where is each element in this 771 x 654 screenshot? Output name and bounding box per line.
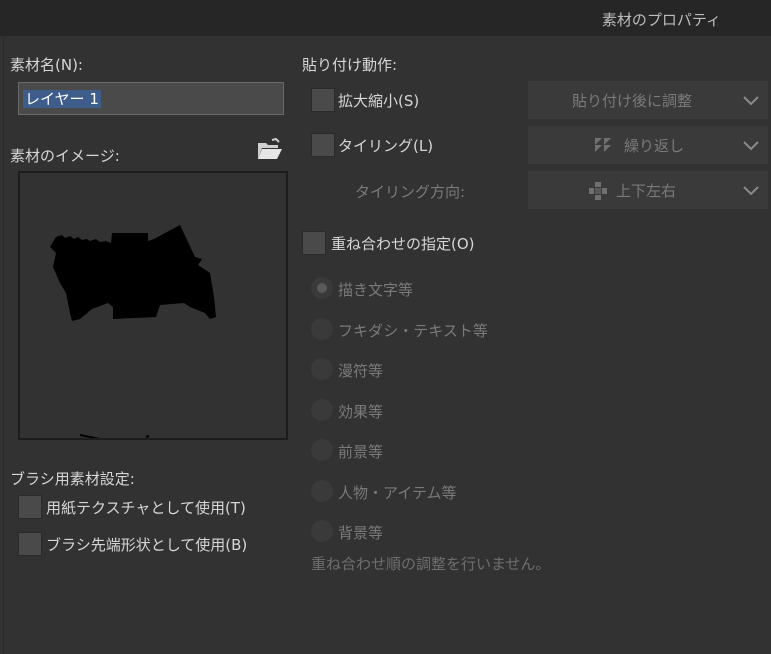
- overlay-option-label: 前景等: [338, 443, 384, 461]
- title-bar: 素材のプロパティ: [0, 0, 771, 36]
- chevron-down-icon: [743, 96, 759, 106]
- brush-tip-label: ブラシ先端形状として使用(B): [46, 536, 248, 554]
- overlay-option-label: 描き文字等: [338, 281, 414, 299]
- material-image-label: 素材のイメージ:: [10, 147, 120, 165]
- scale-dropdown[interactable]: 貼り付け後に調整: [528, 81, 768, 119]
- chevron-down-icon: [743, 141, 759, 151]
- tile-repeat-icon: [595, 138, 611, 152]
- tiling-direction-label: タイリング方向:: [355, 183, 466, 201]
- scale-dropdown-value: 貼り付け後に調整: [572, 92, 693, 110]
- material-name-label: 素材名(N):: [10, 56, 83, 74]
- overlay-option-radio[interactable]: [311, 318, 333, 340]
- material-thumbnail: [50, 225, 216, 438]
- chevron-down-icon: [743, 186, 759, 196]
- brush-settings-label: ブラシ用素材設定:: [10, 470, 135, 488]
- material-image-preview: [18, 171, 288, 440]
- overlay-option-label: 背景等: [338, 524, 384, 542]
- overlay-option-radio[interactable]: [311, 399, 333, 421]
- paper-texture-label: 用紙テクスチャとして使用(T): [46, 499, 246, 517]
- tiling-dropdown-value: 繰り返し: [624, 137, 685, 155]
- tiling-checkbox[interactable]: [311, 133, 335, 157]
- overlay-label: 重ね合わせの指定(O): [331, 235, 475, 253]
- scale-label: 拡大縮小(S): [338, 92, 420, 110]
- overlay-option-radio[interactable]: [311, 480, 333, 502]
- tiling-dropdown[interactable]: 繰り返し: [528, 126, 768, 164]
- overlay-option-label: 人物・アイテム等: [338, 484, 457, 502]
- paste-action-label: 貼り付け動作:: [302, 56, 398, 74]
- tiling-label: タイリング(L): [338, 137, 434, 155]
- paper-texture-checkbox[interactable]: [18, 495, 42, 519]
- overlay-option-radio[interactable]: [311, 439, 333, 461]
- material-name-value: レイヤー 1: [23, 90, 101, 108]
- scale-checkbox[interactable]: [311, 88, 335, 112]
- folder-open-icon[interactable]: [256, 137, 284, 162]
- overlay-option-radio[interactable]: [311, 358, 333, 380]
- left-border: [3, 36, 4, 654]
- tiling-direction-dropdown-value: 上下左右: [616, 182, 677, 200]
- window-title: 素材のプロパティ: [601, 11, 721, 29]
- overlay-option-label: 漫符等: [338, 362, 384, 380]
- overlay-option-label: 効果等: [338, 403, 384, 421]
- material-name-input[interactable]: レイヤー 1: [18, 82, 284, 115]
- overlay-option-label: フキダシ・テキスト等: [338, 322, 488, 340]
- four-way-arrow-icon: [589, 182, 607, 200]
- overlay-note: 重ね合わせ順の調整を行いません。: [311, 555, 551, 573]
- overlay-option-radio[interactable]: [311, 520, 333, 542]
- tiling-direction-dropdown[interactable]: 上下左右: [528, 171, 768, 209]
- overlay-checkbox[interactable]: [302, 231, 326, 255]
- overlay-option-radio[interactable]: [311, 277, 333, 299]
- brush-tip-checkbox[interactable]: [18, 532, 42, 556]
